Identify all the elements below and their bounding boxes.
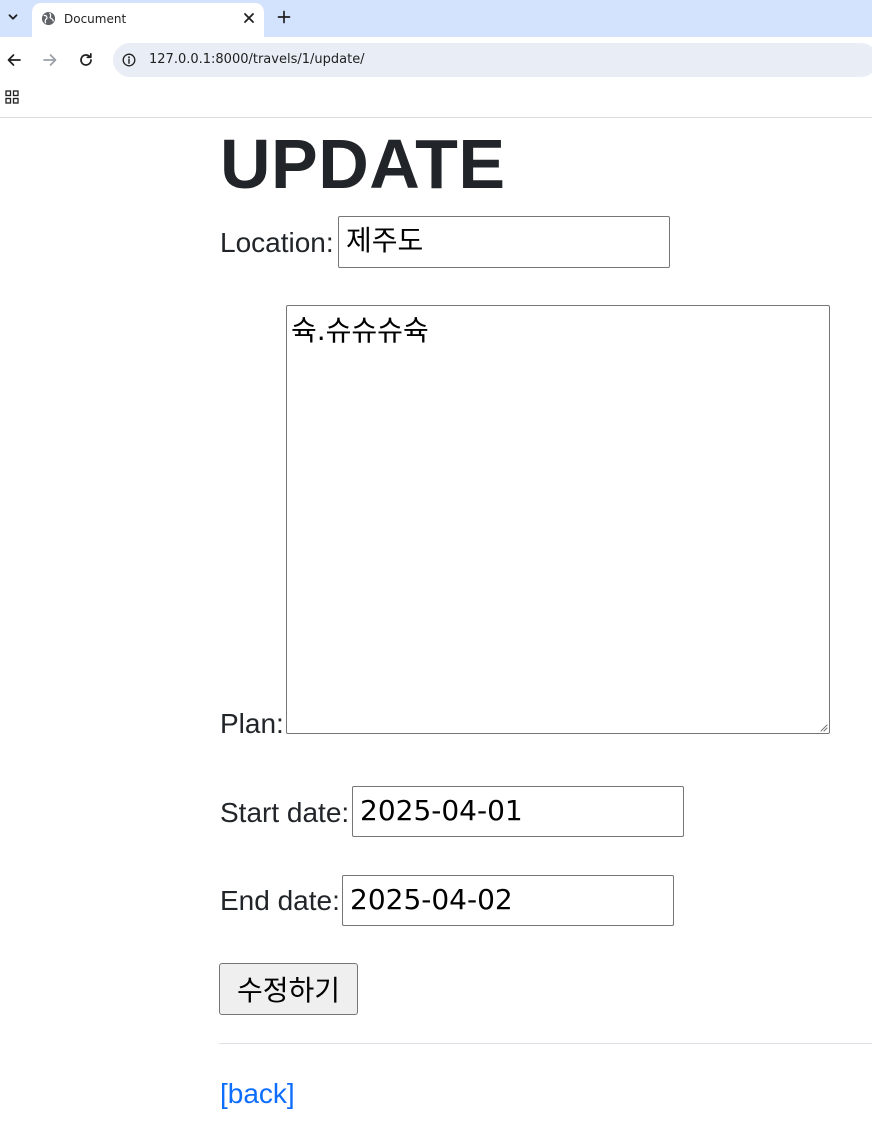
- bookmarks-bar: [0, 83, 872, 118]
- page-title: UPDATE: [220, 125, 506, 203]
- end-date-input[interactable]: 2025-04-02: [342, 875, 674, 926]
- forward-arrow-icon[interactable]: [41, 51, 59, 69]
- plan-textarea[interactable]: 슉.슈슈슈슉: [286, 305, 830, 734]
- browser-tab[interactable]: Document: [32, 3, 264, 37]
- divider: [219, 1043, 872, 1044]
- start-date-label: Start date:: [220, 797, 350, 828]
- end-date-label: End date:: [220, 885, 340, 916]
- tab-search-button[interactable]: [0, 3, 26, 31]
- apps-grid-icon[interactable]: [5, 90, 19, 104]
- resize-grip-icon[interactable]: [819, 723, 828, 732]
- new-tab-icon[interactable]: [276, 9, 292, 25]
- tab-strip: Document: [0, 0, 872, 37]
- tab-title: Document: [64, 12, 127, 26]
- close-icon[interactable]: [242, 11, 256, 25]
- info-icon[interactable]: [122, 53, 136, 67]
- start-date-input[interactable]: 2025-04-01: [352, 786, 684, 837]
- url-text[interactable]: 127.0.0.1:8000/travels/1/update/: [149, 52, 365, 67]
- globe-icon: [41, 11, 56, 26]
- back-link[interactable]: [back]: [220, 1077, 295, 1111]
- location-input[interactable]: 제주도: [338, 216, 670, 268]
- browser-toolbar: 127.0.0.1:8000/travels/1/update/: [0, 37, 872, 83]
- plan-label: Plan:: [220, 708, 284, 739]
- submit-button[interactable]: 수정하기: [219, 963, 358, 1015]
- plan-text: 슉.슈슈슈슉: [291, 314, 429, 347]
- address-bar[interactable]: 127.0.0.1:8000/travels/1/update/: [113, 43, 872, 77]
- reload-icon[interactable]: [77, 51, 95, 69]
- chevron-down-icon: [8, 14, 18, 20]
- back-arrow-icon[interactable]: [5, 51, 23, 69]
- location-label: Location:: [220, 227, 334, 258]
